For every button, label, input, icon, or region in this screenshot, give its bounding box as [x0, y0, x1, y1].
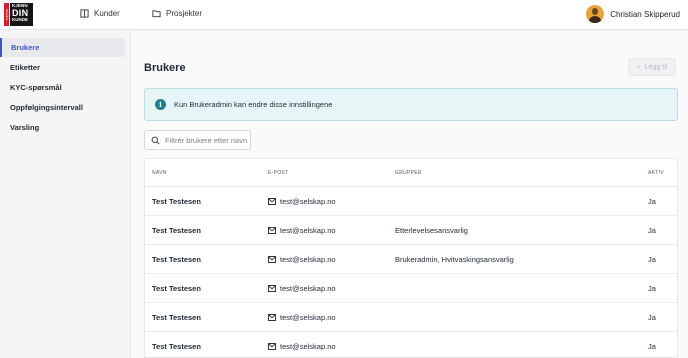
email-text: test@selskap.no — [280, 342, 336, 351]
column-header-groups[interactable]: GRUPPER — [395, 170, 422, 176]
mail-icon — [268, 343, 276, 350]
nav-prosjekter[interactable]: Prosjekter — [152, 9, 202, 18]
logo-line-3: KUNDE — [12, 16, 29, 22]
app-logo[interactable]: Modulus KJENN DIN KUNDE — [4, 3, 33, 26]
sidebar: Brukere Etiketter KYC-spørsmål Oppfølgin… — [0, 31, 130, 358]
sidebar-item-label: Varsling — [10, 122, 40, 132]
sidebar-item-label: Brukere — [11, 43, 40, 52]
nav-kunder-label: Kunder — [94, 9, 120, 18]
active-cell: Ja — [648, 226, 656, 235]
sidebar-item-brukere[interactable]: Brukere — [0, 38, 125, 57]
users-table: NAVN E-POST GRUPPER AKTIV Test Testesen … — [144, 158, 678, 358]
mail-icon — [268, 227, 276, 234]
sidebar-item-kyc[interactable]: KYC-spørsmål — [0, 77, 130, 97]
table-row[interactable]: Test Testesen test@selskap.no Ja — [145, 274, 677, 303]
search-input[interactable] — [165, 135, 247, 145]
info-banner: i Kun Brukeradmin kan endre disse innsti… — [144, 88, 678, 121]
table-row[interactable]: Test Testesen test@selskap.no Etterlevel… — [145, 216, 677, 245]
sidebar-item-label: Oppfølgingsintervall — [10, 102, 83, 112]
sidebar-item-varsling[interactable]: Varsling — [0, 117, 130, 137]
avatar — [586, 5, 605, 23]
mail-icon — [268, 198, 276, 205]
sidebar-item-label: KYC-spørsmål — [10, 82, 62, 92]
table-row[interactable]: Test Testesen test@selskap.no Brukeradmi… — [145, 245, 677, 274]
email-text: test@selskap.no — [280, 284, 336, 293]
email-cell: test@selskap.no — [268, 255, 336, 264]
add-user-button[interactable]: + Legg til — [628, 58, 676, 76]
table-row[interactable]: Test Testesen test@selskap.no Ja — [145, 332, 677, 357]
email-text: test@selskap.no — [280, 226, 336, 235]
logo-side-text: Modulus — [5, 8, 9, 21]
search-field[interactable] — [144, 130, 251, 150]
user-name: Christian Skipperud — [610, 9, 680, 19]
active-cell: Ja — [648, 197, 656, 206]
nav-prosjekter-label: Prosjekter — [166, 9, 203, 18]
table-header: NAVN E-POST GRUPPER AKTIV — [145, 159, 677, 187]
active-cell: Ja — [648, 313, 656, 322]
email-cell: test@selskap.no — [268, 197, 336, 206]
mail-icon — [268, 314, 276, 321]
search-icon — [151, 136, 160, 144]
mail-icon — [268, 285, 276, 292]
email-cell: test@selskap.no — [268, 342, 336, 351]
logo-wordmark: KJENN DIN KUNDE — [10, 3, 33, 26]
info-icon: i — [155, 99, 166, 110]
main-content: Brukere + Legg til i Kun Brukeradmin kan… — [130, 31, 688, 358]
sidebar-item-oppfolging[interactable]: Oppfølgingsintervall — [0, 97, 130, 117]
user-name-cell: Test Testesen — [152, 226, 201, 235]
top-bar: Modulus KJENN DIN KUNDE Kunder Prosjekte… — [0, 0, 688, 30]
email-text: test@selskap.no — [280, 313, 336, 322]
plus-icon: + — [636, 63, 641, 71]
groups-cell: Brukeradmin, Hvitvaskingsansvarlig — [395, 255, 514, 264]
active-cell: Ja — [648, 342, 656, 351]
logo-side-strip: Modulus — [4, 3, 9, 26]
folder-icon — [152, 10, 161, 18]
email-text: test@selskap.no — [280, 255, 336, 264]
user-name-cell: Test Testesen — [152, 284, 201, 293]
page-title: Brukere — [144, 62, 186, 74]
email-cell: test@selskap.no — [268, 284, 336, 293]
user-name-cell: Test Testesen — [152, 313, 201, 322]
table-row[interactable]: Test Testesen test@selskap.no Ja — [145, 303, 677, 332]
column-header-name[interactable]: NAVN — [152, 170, 167, 176]
user-menu[interactable]: Christian Skipperud — [586, 5, 680, 23]
active-cell: Ja — [648, 284, 656, 293]
user-name-cell: Test Testesen — [152, 255, 201, 264]
nav-kunder[interactable]: Kunder — [80, 9, 120, 18]
column-header-email[interactable]: E-POST — [268, 170, 288, 176]
column-header-active[interactable]: AKTIV — [648, 170, 664, 176]
info-banner-text: Kun Brukeradmin kan endre disse innstill… — [174, 100, 333, 109]
groups-cell: Etterlevelsesansvarlig — [395, 226, 468, 235]
add-user-button-label: Legg til — [644, 63, 668, 71]
active-cell: Ja — [648, 255, 656, 264]
mail-icon — [268, 256, 276, 263]
email-cell: test@selskap.no — [268, 226, 336, 235]
sidebar-item-label: Etiketter — [10, 62, 41, 72]
table-row[interactable]: Test Testesen test@selskap.no Ja — [145, 187, 677, 216]
email-text: test@selskap.no — [280, 197, 336, 206]
user-name-cell: Test Testesen — [152, 342, 201, 351]
user-name-cell: Test Testesen — [152, 197, 201, 206]
sidebar-item-etiketter[interactable]: Etiketter — [0, 57, 130, 77]
email-cell: test@selskap.no — [268, 313, 336, 322]
book-icon — [80, 9, 89, 18]
